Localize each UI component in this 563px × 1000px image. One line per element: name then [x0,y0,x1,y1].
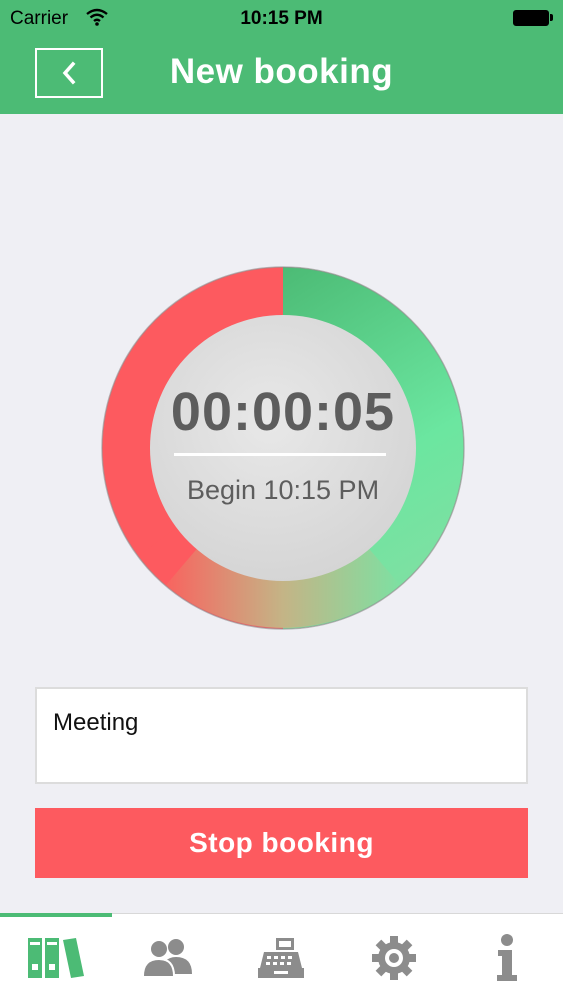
info-icon [497,933,517,981]
page-title: New booking [169,52,394,91]
progress-ring-graphic [101,266,465,630]
elapsed-timer: 00:00:05 [170,382,396,442]
cash-register-icon [258,937,304,978]
gear-icon [372,935,416,980]
status-bar: Carrier 10:15 PM [0,0,563,36]
tab-bar [0,913,563,1000]
timer-divider [174,453,386,456]
begin-time-label: Begin 10:15 PM [186,475,380,505]
battery-icon [513,10,553,26]
tab-bookings[interactable] [0,913,112,1000]
status-time: 10:15 PM [240,8,323,29]
booking-note-field[interactable]: Meeting [35,687,528,784]
binders-icon [28,937,84,978]
booking-note-text: Meeting [53,709,139,736]
people-icon [144,938,192,976]
tab-people[interactable] [112,914,224,1000]
tab-info[interactable] [451,914,563,1000]
timer-ring: 00:00:05 Begin 10:15 PM [100,265,466,631]
nav-header: New booking [0,36,563,114]
screen: Carrier 10:15 PM New booking 00:00:05 Be… [0,0,563,1000]
stop-booking-button[interactable]: Stop booking [35,808,528,878]
tab-settings[interactable] [338,914,450,1000]
tab-register[interactable] [225,914,337,1000]
